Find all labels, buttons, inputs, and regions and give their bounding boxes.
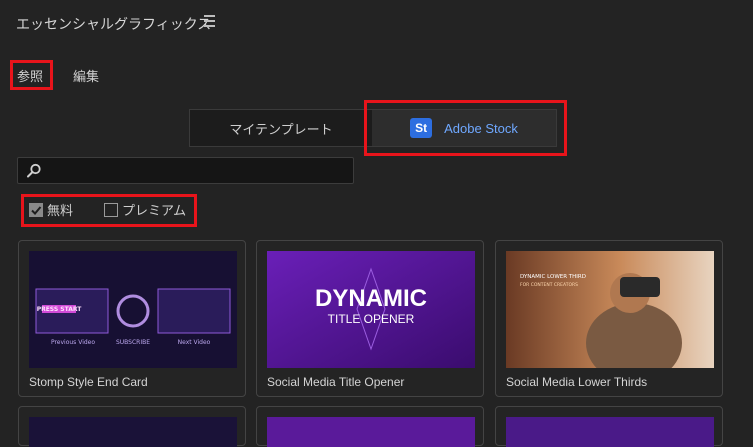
adobe-stock-label: Adobe Stock <box>444 120 518 136</box>
template-thumbnail <box>29 417 237 447</box>
premium-checkbox[interactable] <box>104 202 118 217</box>
thumb-next-video: Next Video <box>178 339 211 346</box>
template-thumbnail: Previous Video SUBSCRIBE Next Video PRES… <box>29 251 237 368</box>
filter-premium[interactable]: プレミアム <box>104 200 186 219</box>
template-title: Social Media Lower Thirds <box>506 375 648 389</box>
thumb-headline: DYNAMIC <box>315 285 427 312</box>
checkmark-icon <box>31 205 42 215</box>
tab-browse[interactable]: 参照 <box>17 66 43 85</box>
template-card[interactable] <box>18 406 246 447</box>
template-thumbnail: DYNAMIC LOWER THIRD FOR CONTENT CREATORS <box>506 251 714 368</box>
search-input[interactable] <box>17 157 354 184</box>
template-title: Social Media Title Opener <box>267 375 405 389</box>
free-label: 無料 <box>47 204 74 219</box>
premium-label: プレミアム <box>122 204 187 219</box>
template-card[interactable]: DYNAMIC TITLE OPENER Social Media Title … <box>256 240 484 397</box>
my-templates-button[interactable]: マイテンプレート <box>190 110 372 146</box>
template-card[interactable]: DYNAMIC LOWER THIRD FOR CONTENT CREATORS… <box>495 240 723 397</box>
panel-title: エッセンシャルグラフィックス <box>16 17 212 33</box>
template-title: Stomp Style End Card <box>29 375 148 389</box>
adobe-stock-icon: St <box>410 118 433 138</box>
template-thumbnail <box>506 417 714 447</box>
thumb-subscribe: SUBSCRIBE <box>116 339 150 346</box>
template-card[interactable]: Previous Video SUBSCRIBE Next Video PRES… <box>18 240 246 397</box>
tab-edit[interactable]: 編集 <box>73 66 99 85</box>
filter-free[interactable]: 無料 <box>29 200 73 219</box>
adobe-stock-button[interactable]: St Adobe Stock <box>372 110 556 146</box>
search-icon <box>27 163 41 178</box>
free-checkbox[interactable] <box>29 202 43 217</box>
thumb-subheadline: FOR CONTENT CREATORS <box>520 282 578 288</box>
template-card[interactable] <box>256 406 484 447</box>
template-thumbnail: DYNAMIC TITLE OPENER <box>267 251 475 368</box>
thumb-subheadline: TITLE OPENER <box>328 312 415 326</box>
thumb-headline: DYNAMIC LOWER THIRD <box>520 274 586 280</box>
template-thumbnail <box>267 417 475 447</box>
thumb-press-start: PRESS START <box>37 306 83 313</box>
thumb-previous-video: Previous Video <box>51 339 95 346</box>
hamburger-icon[interactable] <box>204 15 215 27</box>
template-card[interactable] <box>495 406 723 447</box>
